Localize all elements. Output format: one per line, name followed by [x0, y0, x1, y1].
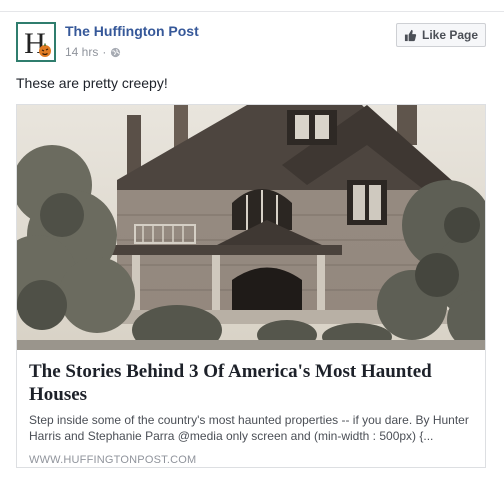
meta-separator: · [102, 45, 107, 59]
link-preview-body: The Stories Behind 3 Of America's Most H… [17, 350, 485, 466]
post-meta: 14 hrs · [65, 45, 121, 59]
huffington-post-logo-icon: H [24, 27, 51, 60]
link-description: Step inside some of the country's most h… [29, 413, 469, 443]
link-domain: WWW.HUFFINGTONPOST.COM [29, 454, 197, 466]
thumbs-up-icon [404, 29, 417, 41]
link-preview-image[interactable] [17, 105, 485, 350]
like-page-button[interactable]: Like Page [396, 23, 486, 47]
link-title[interactable]: The Stories Behind 3 Of America's Most H… [29, 360, 473, 406]
post-timestamp[interactable]: 14 hrs [65, 45, 98, 59]
like-page-label: Like Page [421, 28, 479, 42]
post-message: These are pretty creepy! [16, 75, 168, 91]
feed-post: H The Huffington Post 14 hrs · Like Page… [0, 0, 504, 480]
page-name-link[interactable]: The Huffington Post [65, 23, 199, 39]
page-avatar[interactable]: H [16, 22, 56, 62]
link-preview-card[interactable]: The Stories Behind 3 Of America's Most H… [16, 104, 486, 468]
globe-icon [111, 47, 121, 57]
